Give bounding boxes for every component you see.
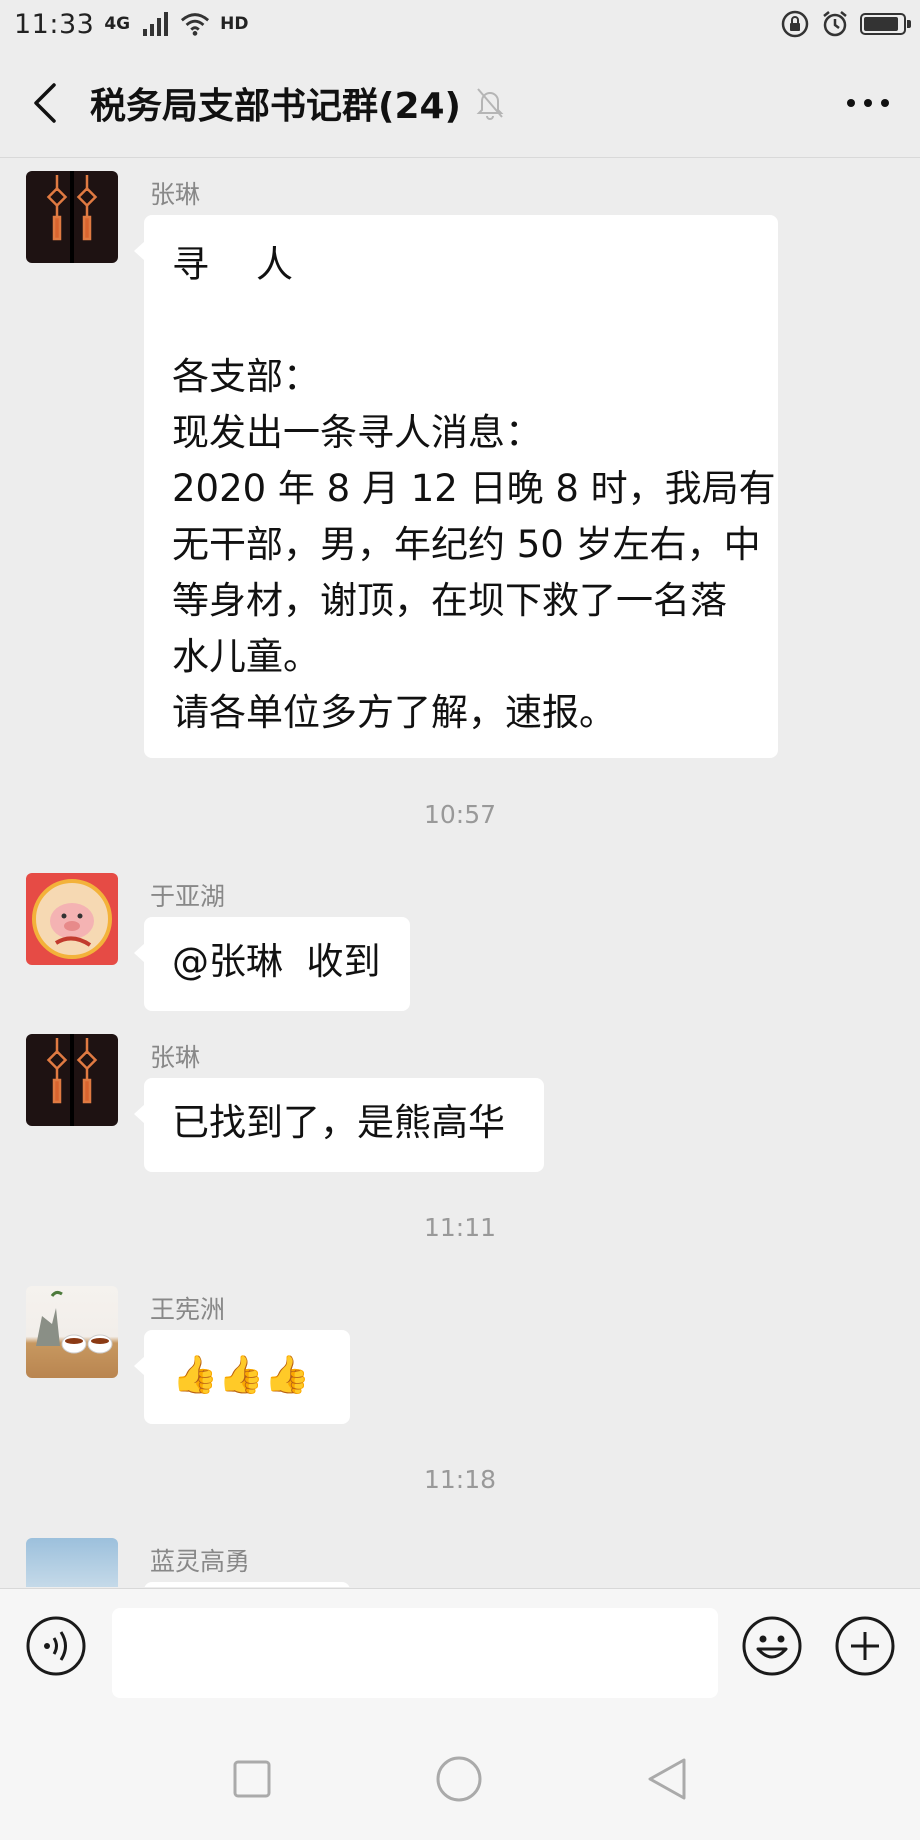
alarm-icon: [823, 11, 847, 37]
hd-label: HD: [220, 13, 249, 34]
recent-apps-button[interactable]: [232, 1759, 272, 1799]
home-button[interactable]: [435, 1755, 483, 1803]
back-button[interactable]: [0, 48, 90, 157]
plus-icon: [835, 1616, 895, 1676]
more-functions-button[interactable]: [834, 1615, 896, 1681]
chinese-knot-avatar[interactable]: [26, 171, 118, 263]
back-nav-button[interactable]: [646, 1757, 688, 1801]
status-right: [780, 9, 911, 39]
message-line: 现发出一条寻人消息：: [172, 411, 542, 454]
message-line: 等身材，谢顶，在坝下救了一名落: [172, 579, 727, 622]
status-time: 11:33: [14, 8, 95, 40]
wifi-icon: [181, 13, 210, 36]
status-bar: 11:33 4G HD: [0, 0, 920, 48]
chinese-knot-avatar[interactable]: [26, 1034, 118, 1126]
more-options-button[interactable]: [846, 48, 890, 158]
sky-avatar[interactable]: [26, 1538, 118, 1587]
voice-input-button[interactable]: [25, 1615, 87, 1681]
message-line: 各支部：: [172, 355, 320, 398]
sender-name: 张琳: [150, 1043, 201, 1072]
sender-name: 蓝灵高勇: [150, 1547, 251, 1576]
chat-title: 税务局支部书记群(24): [90, 85, 462, 127]
more-dots-icon: [847, 99, 889, 107]
smiley-icon: [742, 1616, 802, 1676]
zodiac-pig-avatar[interactable]: [26, 873, 118, 965]
message-bubble[interactable]: 👍👍👍: [134, 1330, 350, 1424]
timestamp: 11:18: [423, 1465, 497, 1494]
status-left: 11:33 4G HD: [14, 9, 248, 40]
signal-icon: [143, 12, 169, 36]
message-text: @张琳 收到: [172, 940, 381, 983]
message-line: 2020 年 8 月 12 日晚 8 时，我局有: [172, 467, 776, 510]
chat-header: 税务局支部书记群(24): [0, 48, 920, 158]
input-bar: [0, 1588, 920, 1719]
sender-name: 于亚湖: [150, 882, 226, 911]
message-line: 水儿童。: [172, 635, 320, 678]
tea-set-avatar[interactable]: [26, 1286, 118, 1378]
thumbs-up-emoji: 👍👍👍: [172, 1353, 311, 1396]
network-type-label: 4G: [104, 13, 131, 34]
timestamp: 10:57: [423, 800, 497, 829]
message-line: 请各单位多方了解，速报。: [172, 691, 616, 734]
emoji-button[interactable]: [741, 1615, 803, 1681]
battery-icon: [860, 13, 911, 35]
chevron-left-icon: [34, 82, 56, 123]
timestamp: 11:11: [423, 1213, 497, 1242]
voice-icon: [26, 1616, 86, 1676]
message-line: 寻 人: [172, 243, 294, 286]
mute-notifications-icon: [475, 86, 505, 120]
system-nav-bar: [0, 1718, 920, 1840]
message-line: 无干部，男，年纪约 50 岁左右，中: [172, 523, 761, 566]
rotation-lock-icon: [781, 10, 809, 38]
message-bubble[interactable]: 已找到了，是熊高华: [134, 1078, 544, 1172]
sender-name: 王宪洲: [150, 1295, 226, 1324]
message-bubble[interactable]: [144, 1582, 350, 1587]
message-input[interactable]: [112, 1608, 718, 1698]
message-text: 已找到了，是熊高华: [172, 1101, 505, 1144]
message-list[interactable]: 张琳 寻 人 各支部： 现发出一条寻人消息： 2020 年 8 月 12 日晚 …: [0, 159, 920, 1587]
sender-name: 张琳: [150, 180, 201, 209]
message-bubble[interactable]: 寻 人 各支部： 现发出一条寻人消息： 2020 年 8 月 12 日晚 8 时…: [134, 215, 778, 758]
message-line: [172, 293, 750, 349]
message-bubble[interactable]: @张琳 收到: [134, 917, 410, 1011]
